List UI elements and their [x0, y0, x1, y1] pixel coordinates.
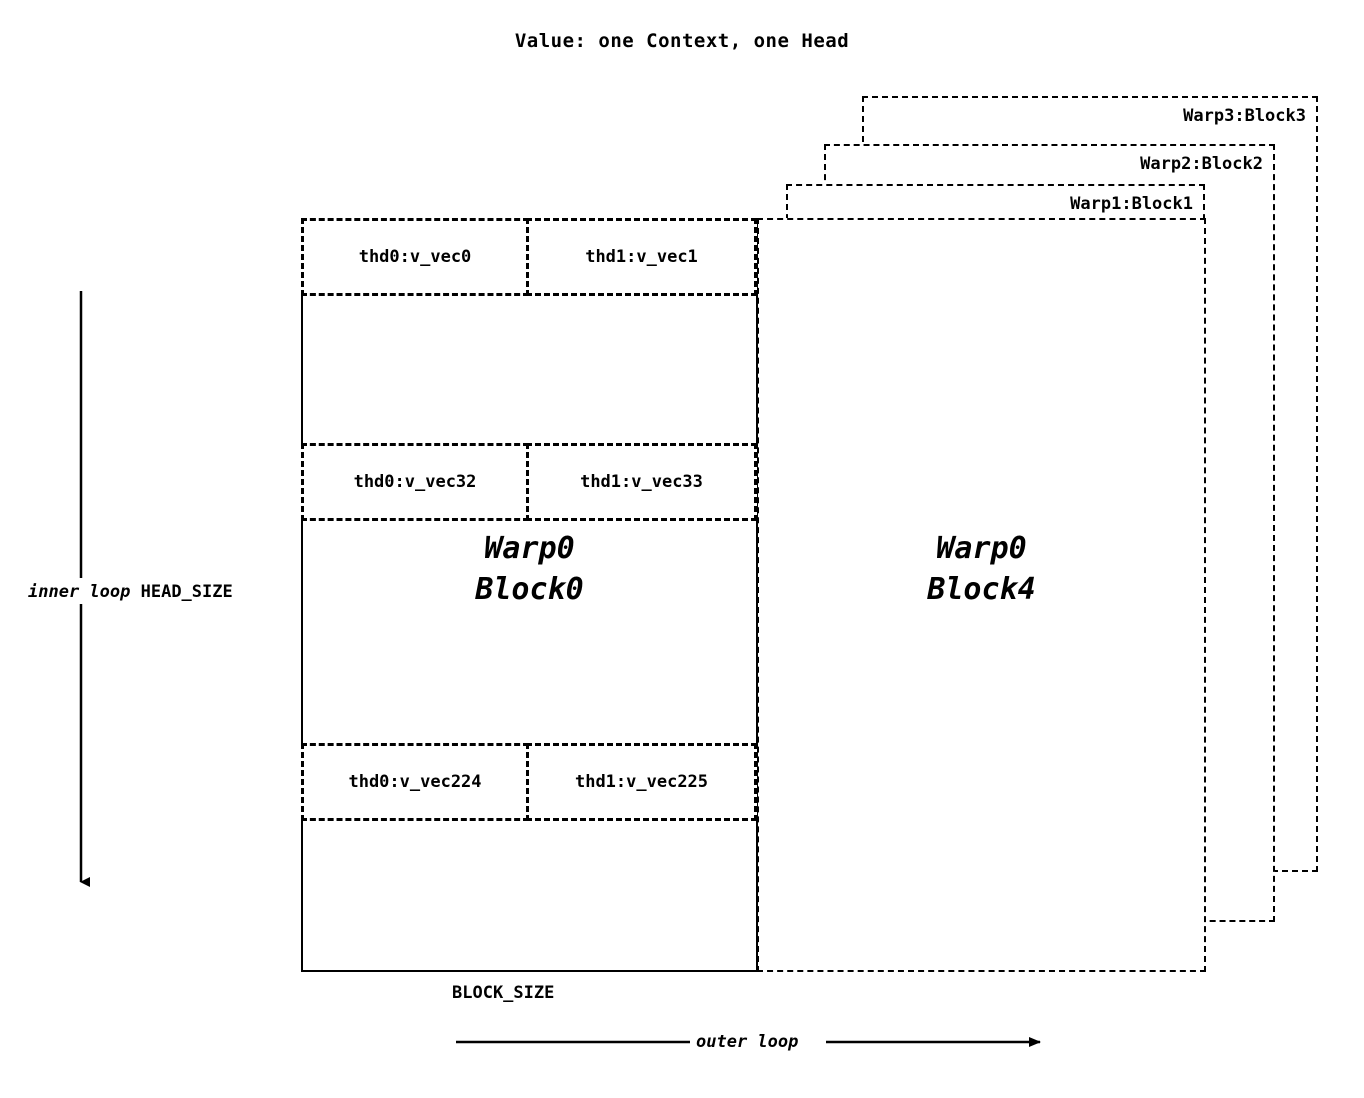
head-size-text: HEAD_SIZE	[140, 582, 233, 602]
thread-cell-row: thd0:v_vec0 thd1:v_vec1	[301, 218, 757, 296]
thread-cell-row: thd0:v_vec32 thd1:v_vec33	[301, 443, 757, 521]
thread-cell-row: thd0:v_vec224 thd1:v_vec225	[301, 743, 757, 821]
thread-cell: thd0:v_vec224	[301, 743, 529, 821]
diagram-canvas: Value: one Context, one Head Warp3:Block…	[0, 0, 1364, 1098]
inner-loop-text: inner loop	[28, 582, 131, 602]
box-block0-title-line1: Warp0	[484, 531, 575, 567]
box-block0-title: Warp0 Block0	[303, 529, 756, 610]
inner-loop-label: inner loop HEAD_SIZE	[24, 580, 237, 604]
layer-label: Warp1:Block1	[1070, 194, 1193, 214]
thread-cell: thd1:v_vec1	[526, 218, 757, 296]
page-title: Value: one Context, one Head	[514, 30, 850, 52]
thread-cell: thd1:v_vec33	[526, 443, 757, 521]
outer-loop-label: outer loop	[693, 1032, 802, 1052]
layer-label: Warp2:Block2	[1140, 154, 1263, 174]
thread-cell: thd0:v_vec32	[301, 443, 529, 521]
panel-block4-title-line2: Block4	[927, 571, 1036, 607]
thread-cell: thd0:v_vec0	[301, 218, 529, 296]
box-block0-title-line2: Block0	[475, 571, 584, 607]
panel-warp0-block4: Warp0 Block4	[757, 218, 1206, 972]
thread-cell: thd1:v_vec225	[526, 743, 757, 821]
box-warp0-block0: Warp0 Block0	[301, 218, 758, 972]
layer-label: Warp3:Block3	[1183, 106, 1306, 126]
panel-block4-title: Warp0 Block4	[759, 529, 1204, 610]
block-size-label: BLOCK_SIZE	[452, 983, 555, 1003]
panel-block4-title-line1: Warp0	[936, 531, 1027, 567]
